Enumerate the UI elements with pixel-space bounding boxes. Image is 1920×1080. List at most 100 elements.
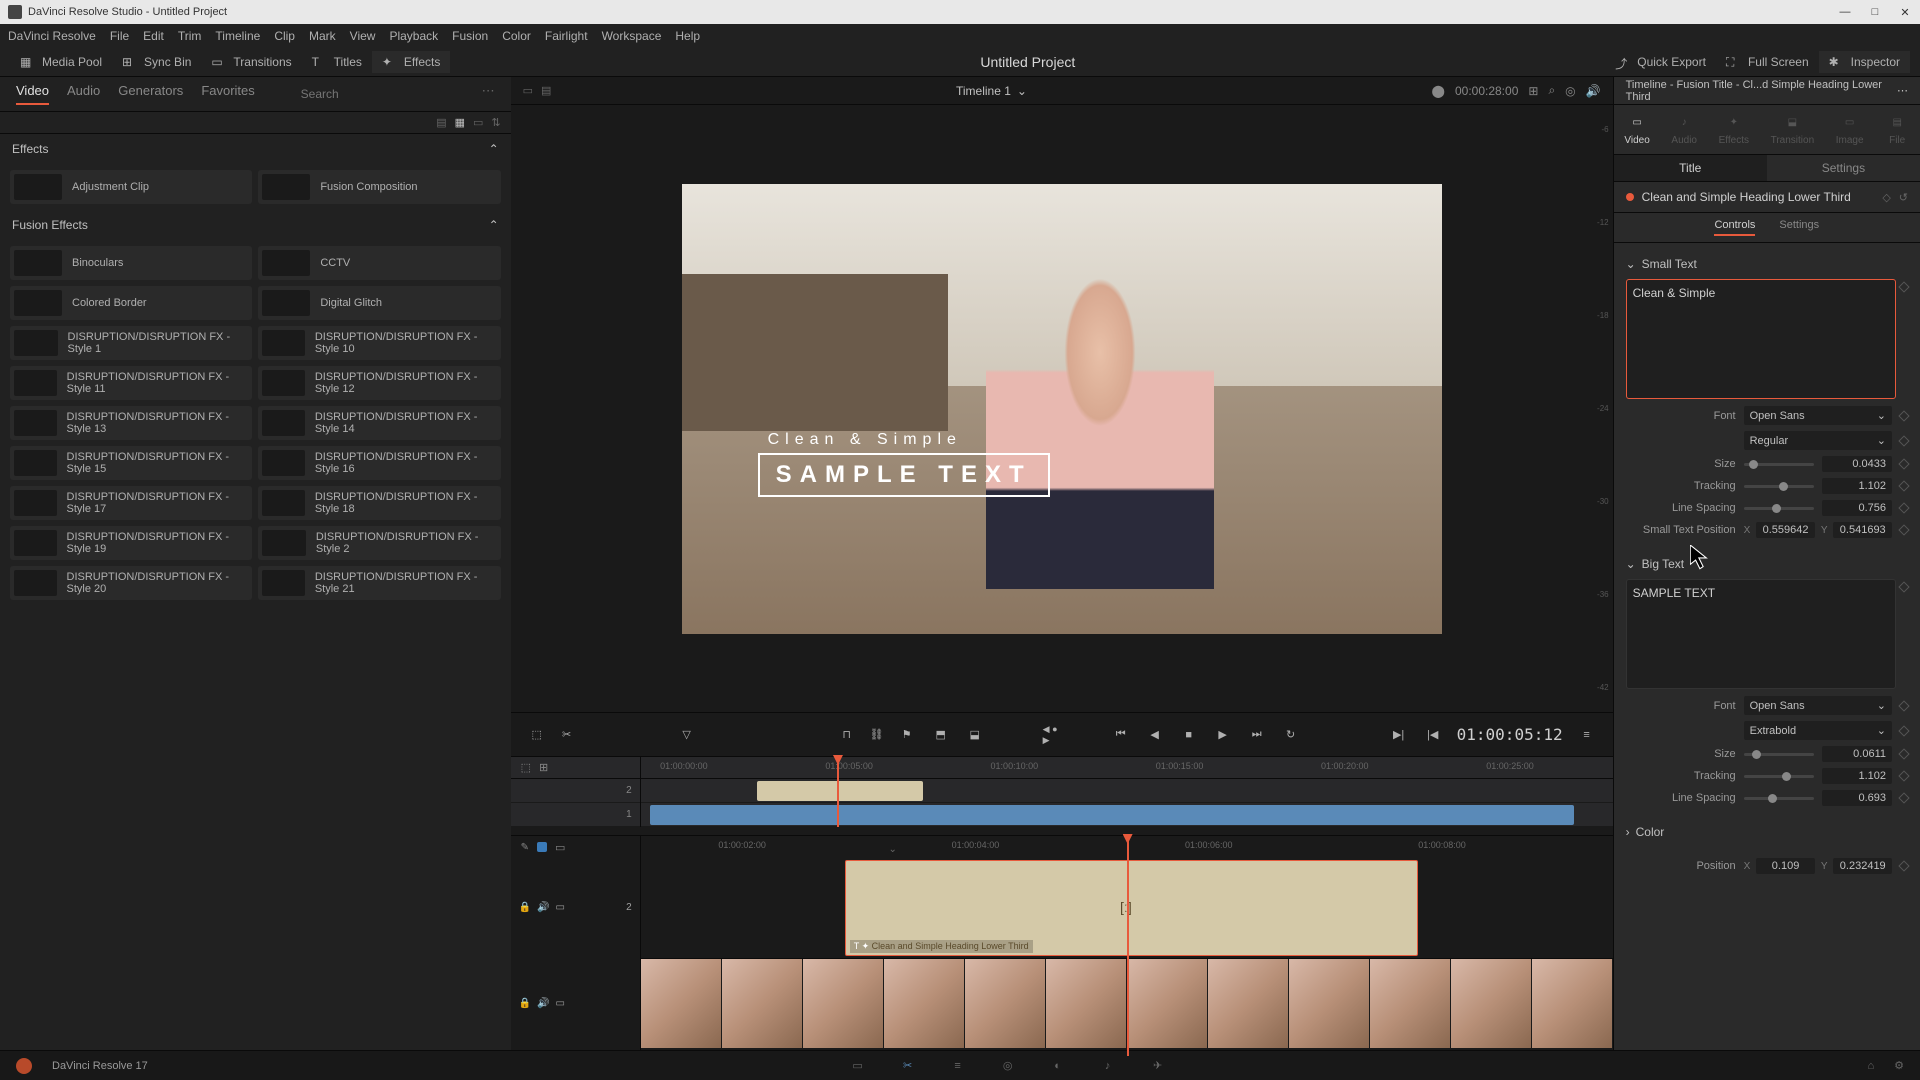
inspector-tab-image[interactable]: ▭Image [1836, 113, 1864, 146]
viewer-mode-icon-2[interactable]: ▤ [541, 84, 551, 97]
home-icon[interactable]: ⌂ [1867, 1060, 1874, 1072]
viewer-mode-icon[interactable]: ▭ [523, 84, 533, 97]
full-screen-button[interactable]: ⛶ Full Screen [1716, 51, 1819, 73]
menu-fairlight[interactable]: Fairlight [545, 29, 588, 43]
search-options-icon[interactable]: ⋯ [482, 83, 495, 105]
go-end-button[interactable]: ⏭ [1247, 725, 1267, 745]
controls-tab[interactable]: Controls [1714, 219, 1755, 236]
timeline-ruler[interactable]: 01:00:00:00 01:00:05:00 01:00:10:00 01:0… [641, 757, 1613, 778]
font-weight-select[interactable]: Regular⌄ [1744, 431, 1892, 450]
transitions-button[interactable]: ▭ Transitions [201, 51, 301, 73]
detail-ruler[interactable]: 01:00:02:00 01:00:04:00 01:00:06:00 01:0… [641, 836, 1613, 858]
menu-playback[interactable]: Playback [389, 29, 438, 43]
tab-audio[interactable]: Audio [67, 83, 100, 105]
menu-file[interactable]: File [110, 29, 129, 43]
minimize-button[interactable]: — [1838, 5, 1852, 19]
fusion-effect-item[interactable]: DISRUPTION/DISRUPTION FX - Style 1 [10, 326, 252, 360]
settings-tab[interactable]: Settings [1779, 219, 1819, 236]
fusion-effect-item[interactable]: DISRUPTION/DISRUPTION FX - Style 17 [10, 486, 252, 520]
timeline-name[interactable]: Timeline 1 [956, 84, 1011, 98]
big-text-section-header[interactable]: ⌄ Big Text [1626, 553, 1908, 575]
big-line-spacing-slider[interactable] [1744, 797, 1814, 800]
timecode-display[interactable]: 01:00:05:12 [1457, 725, 1563, 744]
view-list-icon[interactable]: ▤ [436, 116, 446, 129]
keyframe-diamond[interactable] [1898, 435, 1909, 446]
detail-title-clip[interactable]: [ː] T ✦ Clean and Simple Heading Lower T… [845, 860, 1418, 956]
fusion-effect-item[interactable]: DISRUPTION/DISRUPTION FX - Style 18 [258, 486, 500, 520]
zoom-icon[interactable]: ⌕ [1548, 83, 1555, 98]
fusion-effect-item[interactable]: DISRUPTION/DISRUPTION FX - Style 21 [258, 566, 500, 600]
menu-workspace[interactable]: Workspace [602, 29, 662, 43]
title-clip[interactable] [757, 781, 922, 801]
lock-icon[interactable]: 🔒 [519, 902, 531, 913]
expand-icon[interactable]: ⋯ [1897, 84, 1908, 97]
fusion-effect-item[interactable]: Digital Glitch [258, 286, 500, 320]
tracking-slider[interactable] [1744, 485, 1814, 488]
keyframe-diamond[interactable] [1898, 410, 1909, 421]
size-slider[interactable] [1744, 463, 1814, 466]
fusion-effects-section-header[interactable]: Fusion Effects ⌃ [0, 210, 511, 240]
record-icon[interactable]: ⬤ [1432, 84, 1445, 98]
view-compact-icon[interactable]: ▭ [473, 116, 483, 129]
tab-generators[interactable]: Generators [118, 83, 183, 105]
fusion-effect-item[interactable]: Binoculars [10, 246, 252, 280]
menu-color[interactable]: Color [502, 29, 531, 43]
next-edit-button[interactable]: ▶| [1389, 725, 1409, 745]
chevron-down-icon[interactable]: ⌄ [1017, 84, 1027, 98]
options-icon[interactable]: ≡ [1577, 725, 1597, 745]
line-spacing-slider[interactable] [1744, 507, 1814, 510]
track-header-2[interactable]: 2 [511, 779, 640, 803]
inspector-tab-video[interactable]: ▭Video [1624, 113, 1649, 146]
big-tracking-value[interactable]: 1.102 [1822, 768, 1892, 784]
keyframe-diamond[interactable] [1898, 860, 1909, 871]
size-value[interactable]: 0.0433 [1822, 456, 1892, 472]
menu-davinci[interactable]: DaVinci Resolve [8, 29, 96, 43]
color-section-header[interactable]: › Color [1626, 821, 1908, 843]
keyframe-diamond[interactable] [1898, 281, 1909, 292]
page-fusion[interactable]: ◎ [997, 1055, 1019, 1077]
effects-search-input[interactable] [293, 83, 464, 105]
fusion-effect-item[interactable]: DISRUPTION/DISRUPTION FX - Style 13 [10, 406, 252, 440]
titles-button[interactable]: T Titles [302, 51, 372, 73]
inspector-tab-file[interactable]: ▤File [1885, 113, 1909, 146]
global-pos-y[interactable]: 0.232419 [1833, 858, 1892, 874]
safe-area-icon[interactable]: ◎ [1565, 84, 1575, 98]
inspector-tab-audio[interactable]: ♪Audio [1671, 113, 1697, 146]
effect-adjustment-clip[interactable]: Adjustment Clip [10, 170, 252, 204]
detail-track-header-v1[interactable]: 🔒 🔊 ▭ [511, 958, 640, 1050]
big-font-select[interactable]: Open Sans⌄ [1744, 696, 1892, 715]
menu-timeline[interactable]: Timeline [215, 29, 260, 43]
fusion-effect-item[interactable]: Colored Border [10, 286, 252, 320]
prev-edit-button[interactable]: |◀ [1423, 725, 1443, 745]
overwrite-icon[interactable]: ⬓ [965, 725, 985, 745]
font-select[interactable]: Open Sans⌄ [1744, 406, 1892, 425]
menu-edit[interactable]: Edit [143, 29, 164, 43]
keyframe-diamond[interactable] [1898, 748, 1909, 759]
keyframe-diamond[interactable] [1898, 502, 1909, 513]
menu-mark[interactable]: Mark [309, 29, 336, 43]
playhead[interactable] [837, 757, 839, 827]
keyframe-icon[interactable]: ◇ [1882, 191, 1890, 204]
inspector-tab-transition[interactable]: ⬓Transition [1771, 113, 1815, 146]
film-icon[interactable]: ▭ [556, 998, 565, 1009]
detail-track-header-v2[interactable]: 🔒 🔊 ▭ 2 [511, 858, 640, 958]
speaker-icon[interactable]: 🔊 [537, 902, 549, 913]
detail-playhead[interactable] [1127, 836, 1129, 1056]
menu-view[interactable]: View [350, 29, 376, 43]
big-line-spacing-value[interactable]: 0.693 [1822, 790, 1892, 806]
tool-arrow-icon[interactable]: ⬚ [527, 725, 547, 745]
speaker-icon[interactable]: 🔊 [537, 998, 549, 1009]
menu-trim[interactable]: Trim [178, 29, 202, 43]
small-text-input[interactable]: Clean & Simple [1626, 279, 1896, 399]
quick-export-button[interactable]: ⤴ Quick Export [1605, 51, 1716, 73]
fusion-effect-item[interactable]: DISRUPTION/DISRUPTION FX - Style 10 [258, 326, 500, 360]
stop-button[interactable]: ■ [1179, 725, 1199, 745]
marker-icon[interactable]: ▽ [677, 725, 697, 745]
link-icon[interactable]: ⛓ [867, 725, 887, 745]
media-pool-button[interactable]: ▦ Media Pool [10, 51, 112, 73]
video-clip[interactable] [650, 805, 1573, 825]
fusion-effect-item[interactable]: DISRUPTION/DISRUPTION FX - Style 12 [258, 366, 500, 400]
page-media[interactable]: ▭ [847, 1055, 869, 1077]
keyframe-diamond[interactable] [1898, 792, 1909, 803]
step-back-button[interactable]: ◀ [1145, 725, 1165, 745]
